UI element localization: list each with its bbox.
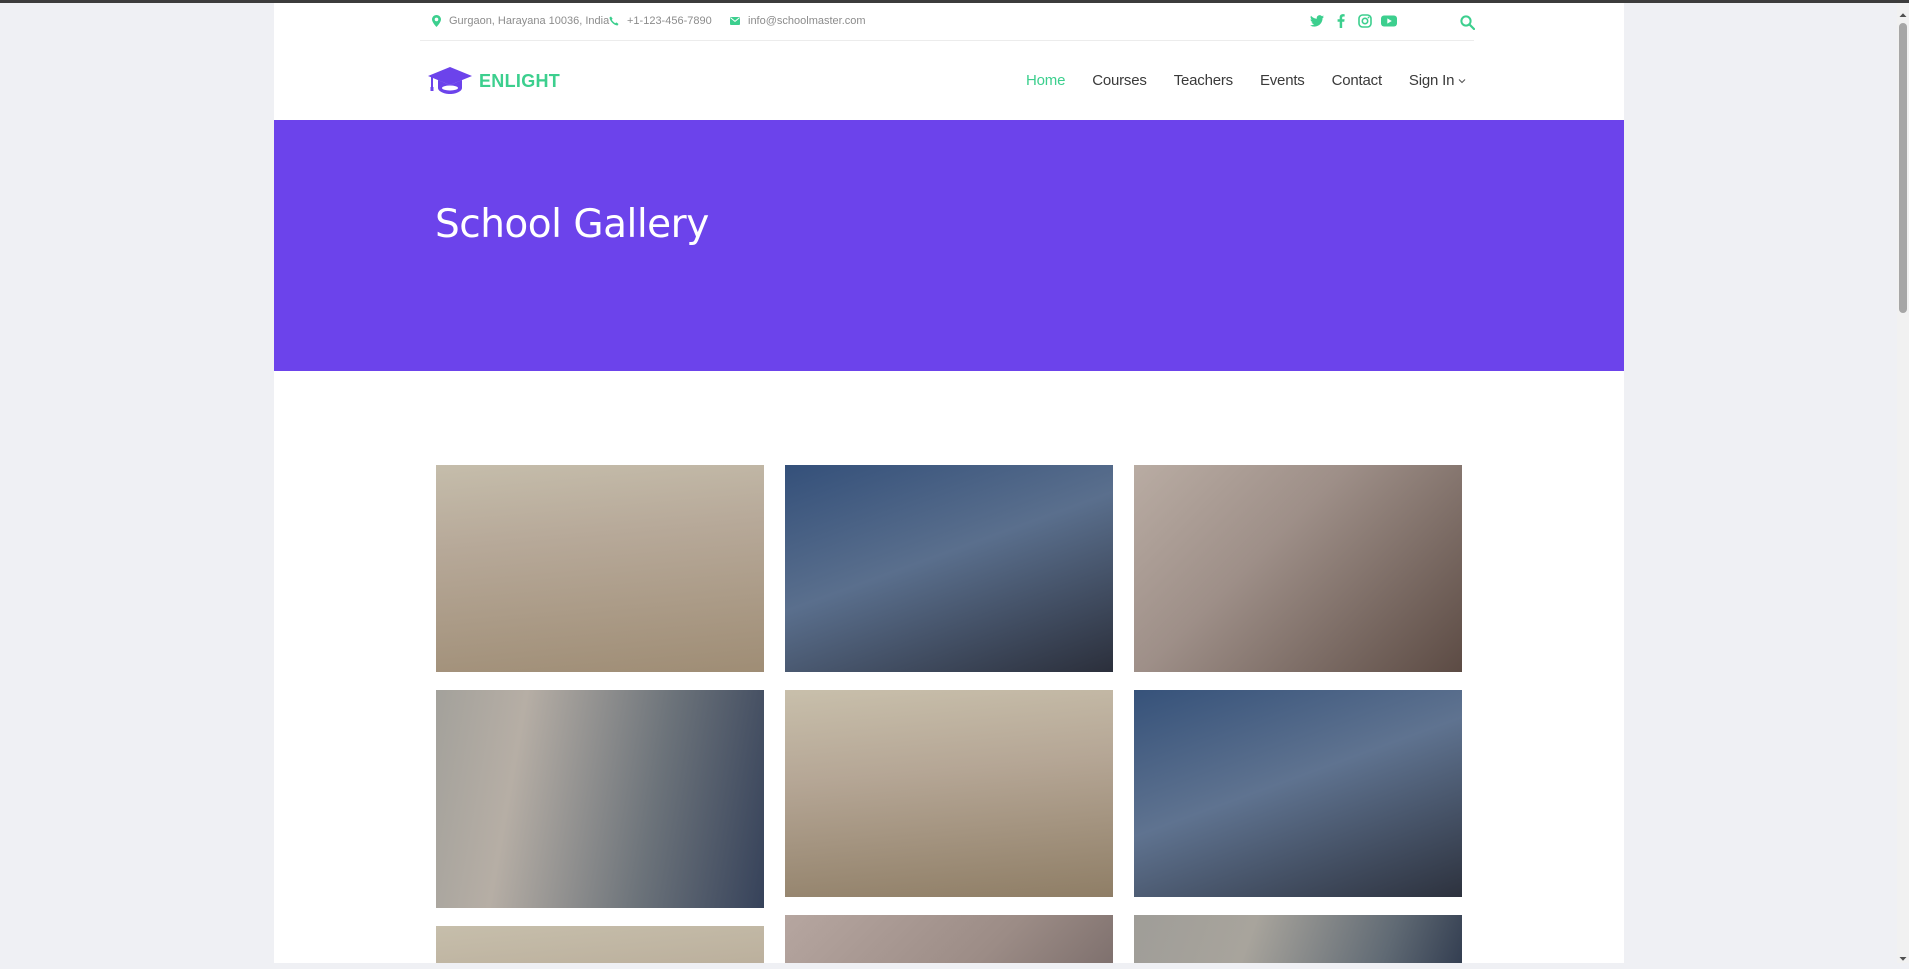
- main-header: ENLIGHT Home Courses Teachers Events Con…: [274, 41, 1624, 120]
- nav-item-courses[interactable]: Courses: [1092, 72, 1147, 89]
- gallery-image[interactable]: [785, 690, 1113, 897]
- page: Gurgaon, Harayana 10036, India +1-123-45…: [274, 3, 1624, 963]
- nav-item-events[interactable]: Events: [1260, 72, 1305, 89]
- social-links: [1302, 13, 1398, 29]
- gallery-grid: [436, 465, 1462, 963]
- vertical-scrollbar[interactable]: [1897, 3, 1909, 963]
- scrollbar-thumb[interactable]: [1899, 23, 1907, 313]
- instagram-icon[interactable]: [1356, 13, 1374, 29]
- brand-name: ENLIGHT: [479, 70, 561, 91]
- address-item: Gurgaon, Harayana 10036, India: [432, 13, 609, 29]
- scroll-down-arrow-icon[interactable]: [1897, 951, 1909, 961]
- address-text: Gurgaon, Harayana 10036, India: [449, 15, 610, 27]
- gallery-image[interactable]: [1134, 915, 1462, 963]
- brand-logo[interactable]: ENLIGHT: [427, 66, 560, 96]
- phone-text: +1-123-456-7890: [627, 15, 712, 27]
- facebook-icon[interactable]: [1332, 13, 1350, 29]
- nav-item-home[interactable]: Home: [1026, 72, 1065, 89]
- top-bar: Gurgaon, Harayana 10036, India +1-123-45…: [420, 3, 1476, 41]
- gallery-image[interactable]: [1134, 690, 1462, 897]
- gallery-image[interactable]: [436, 926, 764, 963]
- page-title: School Gallery: [435, 202, 709, 247]
- nav-item-sign-in-label: Sign In: [1408, 72, 1455, 89]
- location-pin-icon: [432, 15, 441, 27]
- gallery-image[interactable]: [785, 915, 1113, 963]
- phone-item[interactable]: +1-123-456-7890: [609, 13, 712, 29]
- search-icon[interactable]: [1460, 15, 1476, 31]
- scroll-up-arrow-icon[interactable]: [1897, 7, 1909, 17]
- chevron-down-icon: [1458, 78, 1466, 83]
- phone-icon: [609, 16, 619, 26]
- twitter-icon[interactable]: [1308, 13, 1326, 29]
- envelope-icon: [730, 17, 740, 25]
- gallery-image[interactable]: [785, 465, 1113, 672]
- gallery-image[interactable]: [1134, 465, 1462, 672]
- nav-item-teachers[interactable]: Teachers: [1174, 72, 1233, 89]
- email-text: info@schoolmaster.com: [748, 15, 866, 27]
- page-banner: School Gallery: [274, 120, 1624, 371]
- nav-item-sign-in[interactable]: Sign In: [1409, 72, 1466, 89]
- gallery-image[interactable]: [436, 690, 764, 908]
- youtube-icon[interactable]: [1380, 13, 1398, 29]
- main-nav: Home Courses Teachers Events Contact Sig…: [1026, 72, 1466, 89]
- email-item[interactable]: info@schoolmaster.com: [730, 13, 866, 29]
- gallery-image[interactable]: [436, 465, 764, 672]
- graduation-cap-icon: [428, 67, 472, 94]
- nav-item-contact[interactable]: Contact: [1332, 72, 1382, 89]
